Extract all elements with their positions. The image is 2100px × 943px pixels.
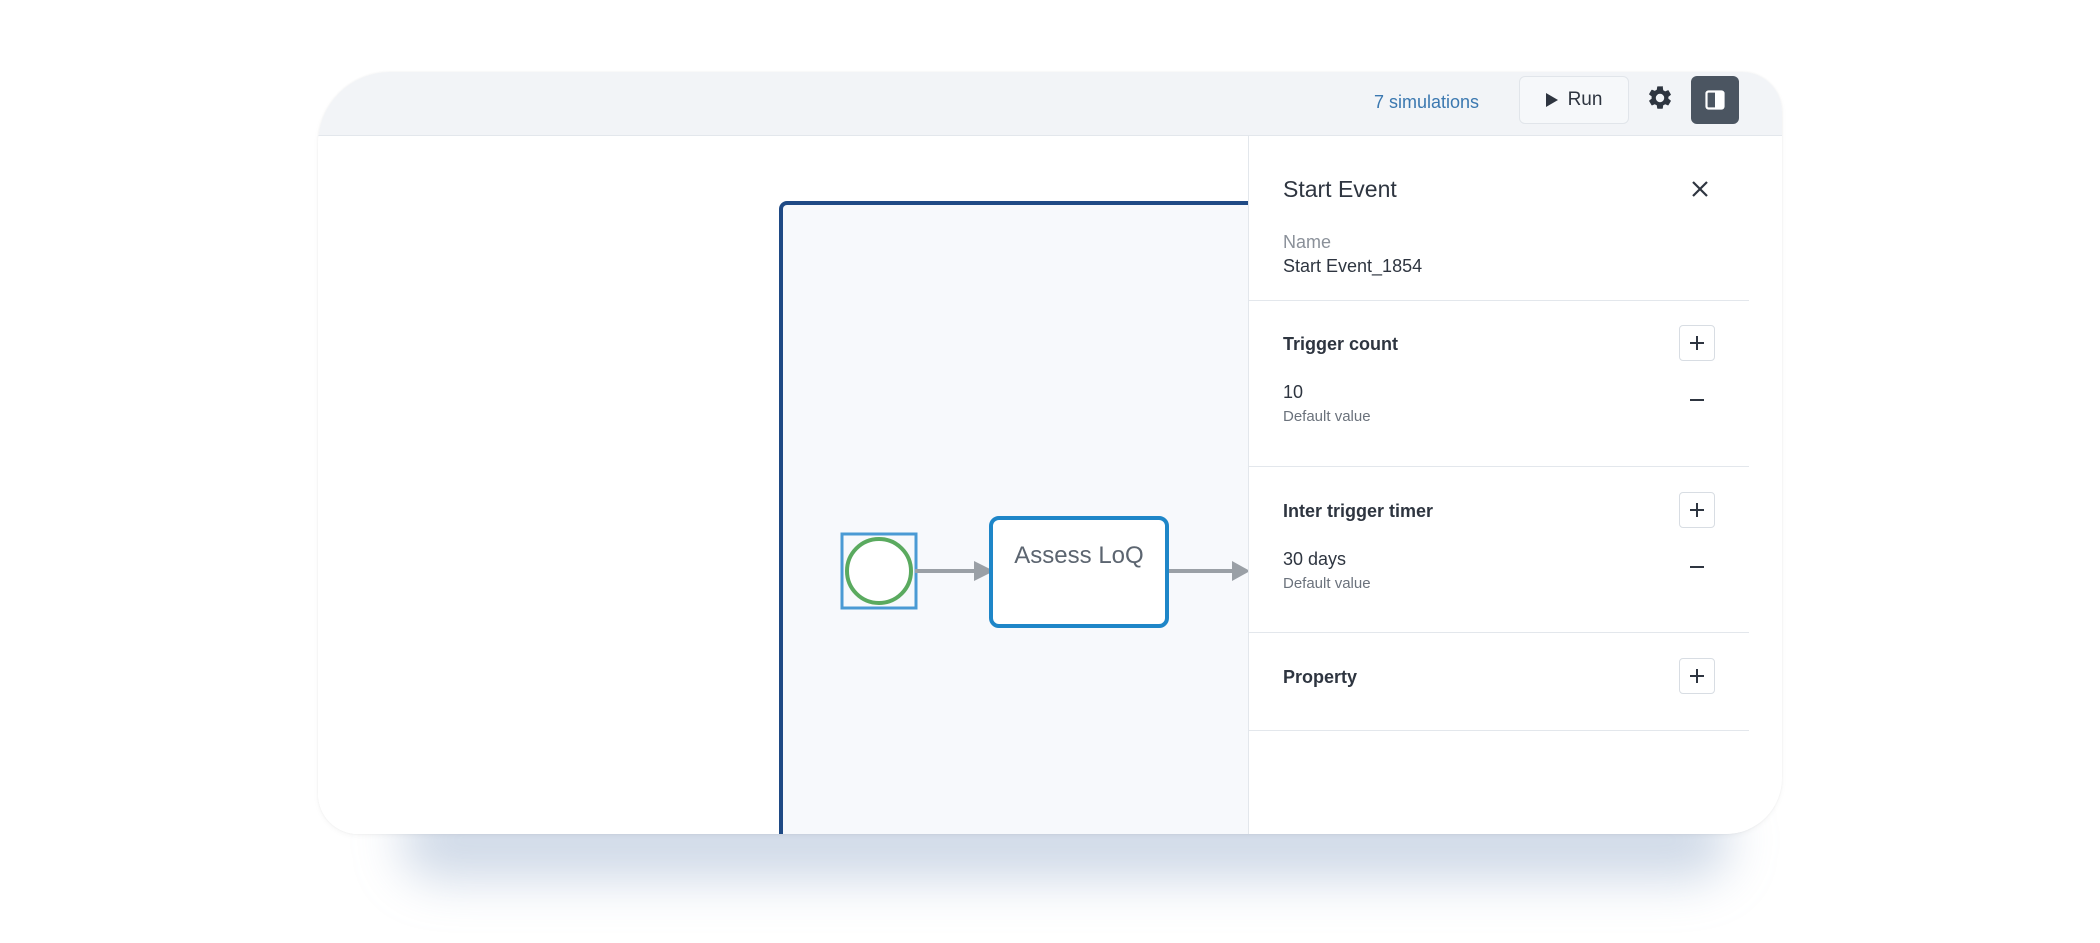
inter-trigger-timer-add-button[interactable] xyxy=(1679,492,1715,528)
minus-icon xyxy=(1690,399,1704,401)
divider xyxy=(1249,632,1749,633)
task-label: Assess LoQ xyxy=(1014,542,1144,569)
toggle-panel-button[interactable] xyxy=(1691,76,1739,124)
trigger-count-add-button[interactable] xyxy=(1679,325,1715,361)
name-value[interactable]: Start Event_1854 xyxy=(1283,256,1422,277)
diagram-canvas[interactable]: Assess LoQ xyxy=(318,136,1259,834)
panel-title: Start Event xyxy=(1283,176,1397,202)
inter-trigger-timer-default-label: Default value xyxy=(1283,575,1371,592)
divider xyxy=(1249,466,1749,467)
property-title: Property xyxy=(1283,667,1358,687)
arrowhead-2 xyxy=(1232,561,1248,581)
trigger-count-title: Trigger count xyxy=(1283,334,1399,354)
close-icon[interactable] xyxy=(1689,178,1711,200)
plus-icon xyxy=(1690,503,1704,517)
start-event-node[interactable] xyxy=(845,537,913,605)
inter-trigger-timer-remove-button[interactable] xyxy=(1679,552,1715,582)
gear-icon[interactable] xyxy=(1646,84,1674,112)
run-button-label: Run xyxy=(1567,89,1603,110)
minus-icon xyxy=(1690,566,1704,568)
inter-trigger-timer-value[interactable]: 30 days xyxy=(1283,549,1346,570)
divider xyxy=(1249,730,1749,731)
trigger-count-default-label: Default value xyxy=(1283,408,1371,425)
toolbar: 7 simulations Run xyxy=(318,72,1782,136)
app-window: 7 simulations Run Assess LoQ Start Event… xyxy=(318,72,1782,834)
divider xyxy=(1249,300,1749,301)
trigger-count-value[interactable]: 10 xyxy=(1283,382,1303,403)
simulations-link[interactable]: 7 simulations xyxy=(1374,92,1479,113)
trigger-count-remove-button[interactable] xyxy=(1679,385,1715,415)
plus-icon xyxy=(1690,336,1704,350)
play-icon xyxy=(1545,93,1558,107)
property-add-button[interactable] xyxy=(1679,658,1715,694)
sidebar-toggle-icon xyxy=(1705,90,1725,110)
process-diagram xyxy=(840,516,1248,628)
name-label: Name xyxy=(1283,232,1332,252)
properties-panel: Start Event Name Start Event_1854 Trigge… xyxy=(1248,136,1749,834)
plus-icon xyxy=(1690,669,1704,683)
run-button[interactable]: Run xyxy=(1519,76,1629,124)
inter-trigger-timer-title: Inter trigger timer xyxy=(1283,501,1434,521)
